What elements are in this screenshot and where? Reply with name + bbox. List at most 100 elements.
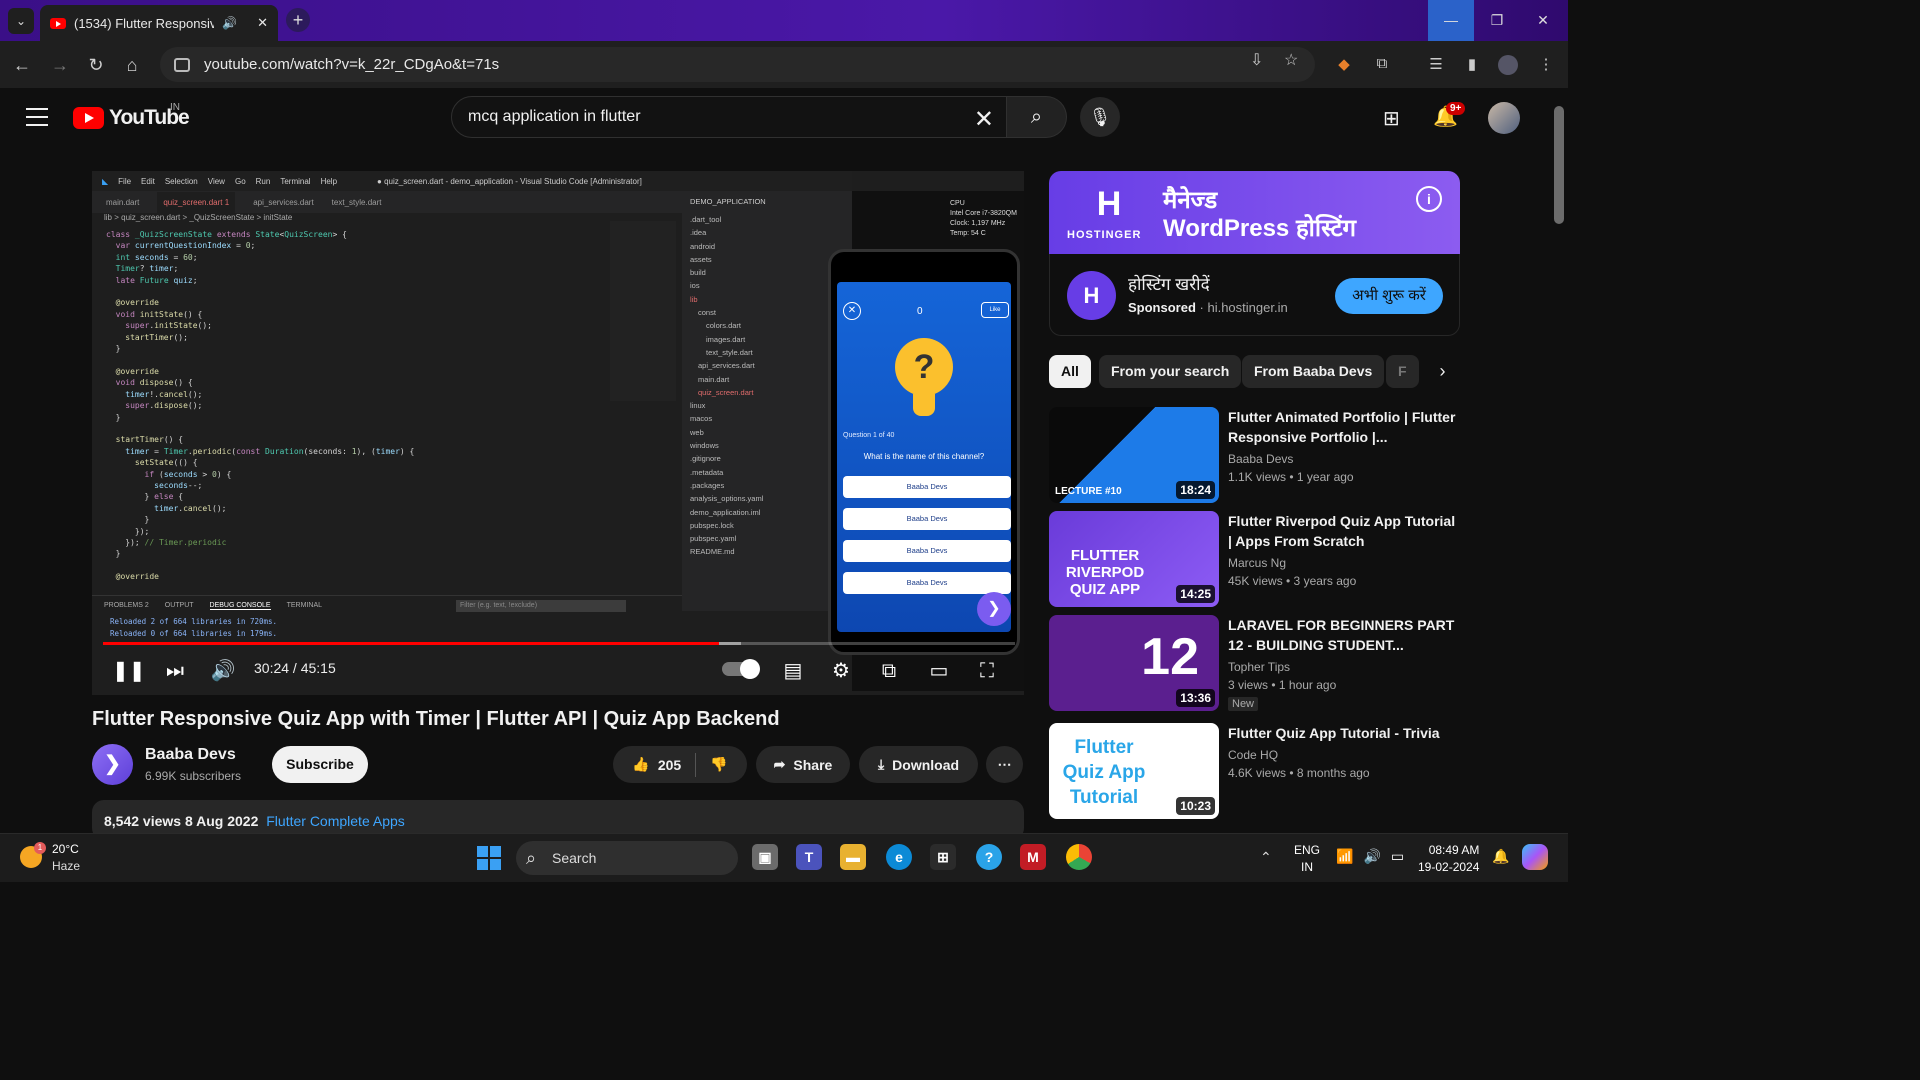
subtitles-icon[interactable]: ▤ bbox=[778, 656, 808, 686]
system-clock[interactable]: 08:49 AM 19-02-2024 bbox=[1418, 842, 1479, 876]
recommended-video[interactable]: Flutter Quiz App Tutorial 10:23 Flutter … bbox=[1049, 723, 1460, 819]
notification-center-icon[interactable]: 🔔 bbox=[1492, 848, 1509, 865]
window-close-button[interactable]: ✕ bbox=[1520, 0, 1566, 41]
video-title-link[interactable]: Flutter Quiz App Tutorial - Trivia bbox=[1228, 723, 1458, 743]
extensions-puzzle-icon[interactable]: ⧉ bbox=[1372, 55, 1392, 75]
autoplay-toggle[interactable] bbox=[722, 659, 760, 679]
download-button[interactable]: ⤓ Download bbox=[859, 746, 978, 783]
tab-search-button[interactable]: ⌄ bbox=[8, 8, 34, 34]
chip-from-baaba-devs[interactable]: From Baaba Devs bbox=[1242, 355, 1385, 388]
channel-avatar[interactable]: ❯ bbox=[92, 744, 133, 785]
video-thumbnail[interactable]: 12 13:36 bbox=[1049, 615, 1219, 711]
video-title-link[interactable]: Flutter Animated Portfolio | Flutter Res… bbox=[1228, 407, 1458, 447]
address-bar[interactable]: youtube.com/watch?v=k_22r_CDgAo&t=71s bbox=[160, 47, 1315, 82]
video-thumbnail[interactable]: FLUTTER RIVERPOD QUIZ APP 14:25 bbox=[1049, 511, 1219, 607]
windows-start-icon[interactable] bbox=[477, 846, 501, 870]
chip-partial[interactable]: F bbox=[1386, 355, 1419, 388]
voice-search-button[interactable]: 🎙 bbox=[1080, 97, 1120, 137]
video-duration: 10:23 bbox=[1176, 797, 1215, 815]
teams-icon[interactable]: T bbox=[796, 844, 822, 870]
media-control-icon[interactable]: ☰ bbox=[1426, 55, 1446, 75]
ad-info-icon[interactable]: i bbox=[1416, 186, 1442, 212]
recommended-video[interactable]: LECTURE #10 18:24 Flutter Animated Portf… bbox=[1049, 407, 1460, 503]
side-panel-icon[interactable]: ▮ bbox=[1462, 55, 1482, 75]
browser-menu-icon[interactable]: ⋮ bbox=[1536, 55, 1556, 75]
ad-cta-button[interactable]: अभी शुरू करें bbox=[1335, 278, 1443, 314]
home-icon[interactable]: ⌂ bbox=[120, 53, 144, 77]
mcafee-icon[interactable]: M bbox=[1020, 844, 1046, 870]
share-button[interactable]: ➦ Share bbox=[756, 746, 850, 783]
recommended-video[interactable]: 12 13:36 LARAVEL FOR BEGINNERS PART 12 -… bbox=[1049, 615, 1460, 711]
ad-banner[interactable]: H HOSTINGER मैनेज्ड WordPress होस्टिंग i bbox=[1049, 171, 1460, 254]
new-tab-button[interactable]: + bbox=[286, 8, 310, 32]
scrollbar-thumb[interactable] bbox=[1554, 106, 1564, 224]
reload-icon[interactable]: ↻ bbox=[84, 53, 108, 77]
page-scrollbar[interactable] bbox=[1550, 88, 1568, 833]
weather-temperature[interactable]: 20°C bbox=[52, 842, 79, 856]
weather-description[interactable]: Haze bbox=[52, 859, 80, 873]
more-actions-button[interactable]: ⋯ bbox=[986, 746, 1023, 783]
like-button[interactable]: 👍 205 bbox=[632, 756, 681, 773]
site-info-icon[interactable] bbox=[174, 57, 190, 72]
subscribe-button[interactable]: Subscribe bbox=[272, 746, 368, 783]
copilot-icon[interactable] bbox=[1522, 844, 1548, 870]
tray-status-icons[interactable]: 📶🔊▭ bbox=[1336, 848, 1414, 865]
next-video-icon[interactable]: ⏭ bbox=[160, 656, 190, 686]
ad-brand-icon[interactable]: H bbox=[1067, 271, 1116, 320]
video-player[interactable]: ◣ File Edit Selection View Go Run Termin… bbox=[92, 171, 1024, 695]
fox-extension-icon[interactable]: ◆ bbox=[1334, 55, 1354, 75]
video-progress-bar[interactable] bbox=[103, 642, 1015, 645]
url-text: youtube.com/watch?v=k_22r_CDgAo&t=71s bbox=[204, 56, 500, 73]
recommended-video[interactable]: FLUTTER RIVERPOD QUIZ APP 14:25 Flutter … bbox=[1049, 511, 1460, 607]
bookmark-star-icon[interactable]: ☆ bbox=[1284, 50, 1298, 70]
search-button[interactable]: ⌕ bbox=[1007, 96, 1067, 138]
search-input[interactable]: mcq application in flutter ✕ bbox=[451, 96, 1007, 138]
tab-close-icon[interactable]: ✕ bbox=[257, 15, 268, 31]
forward-arrow-icon[interactable]: → bbox=[48, 53, 72, 77]
get-help-icon[interactable]: ? bbox=[976, 844, 1002, 870]
video-channel[interactable]: Marcus Ng bbox=[1228, 556, 1286, 570]
time-display: 30:24 / 45:15 bbox=[254, 660, 336, 676]
video-thumbnail[interactable]: Flutter Quiz App Tutorial 10:23 bbox=[1049, 723, 1219, 819]
theater-mode-icon[interactable]: ▭ bbox=[924, 656, 954, 686]
video-channel[interactable]: Code HQ bbox=[1228, 748, 1278, 762]
pause-icon[interactable]: ❚❚ bbox=[112, 656, 146, 686]
channel-name[interactable]: Baaba Devs bbox=[145, 746, 236, 764]
playlist-link[interactable]: Flutter Complete Apps bbox=[266, 813, 405, 829]
input-language[interactable]: ENG IN bbox=[1294, 842, 1320, 876]
video-title-link[interactable]: Flutter Riverpod Quiz App Tutorial | App… bbox=[1228, 511, 1458, 551]
video-thumbnail[interactable]: LECTURE #10 18:24 bbox=[1049, 407, 1219, 503]
thumbs-down-icon[interactable]: 👎 bbox=[710, 756, 727, 773]
install-app-icon[interactable]: ⇩ bbox=[1250, 50, 1263, 70]
tray-overflow-chevron-icon[interactable]: ⌃ bbox=[1260, 849, 1272, 866]
profile-avatar-icon[interactable] bbox=[1498, 55, 1518, 75]
cpu-info-overlay: CPU Intel Core i7-3820QM Clock: 1,197 MH… bbox=[950, 199, 1017, 239]
browser-tab-active[interactable]: (1534) Flutter Responsive Q 🔊 ✕ bbox=[40, 5, 278, 41]
create-video-icon[interactable]: ⊞ bbox=[1383, 106, 1400, 131]
audio-playing-icon[interactable]: 🔊 bbox=[222, 16, 237, 30]
video-channel[interactable]: Topher Tips bbox=[1228, 660, 1290, 674]
miniplayer-icon[interactable]: ⧉ bbox=[874, 656, 904, 686]
file-explorer-icon[interactable]: ▬ bbox=[840, 844, 866, 870]
ad-title[interactable]: होस्टिंग खरीदें bbox=[1128, 272, 1210, 295]
window-restore-button[interactable]: ❐ bbox=[1474, 0, 1520, 41]
chip-from-your-search[interactable]: From your search bbox=[1099, 355, 1242, 388]
volume-icon[interactable]: 🔊 bbox=[208, 656, 238, 686]
video-title-link[interactable]: LARAVEL FOR BEGINNERS PART 12 - BUILDING… bbox=[1228, 615, 1458, 655]
window-minimize-button[interactable]: — bbox=[1428, 0, 1474, 41]
chip-all[interactable]: All bbox=[1049, 355, 1091, 388]
taskbar-search[interactable]: Search bbox=[516, 841, 738, 875]
back-arrow-icon[interactable]: ← bbox=[10, 53, 34, 77]
task-view-icon[interactable]: ▣ bbox=[752, 844, 778, 870]
settings-gear-icon[interactable]: ⚙ bbox=[826, 656, 856, 686]
clear-search-icon[interactable]: ✕ bbox=[974, 105, 994, 134]
chrome-icon[interactable] bbox=[1066, 844, 1092, 870]
video-channel[interactable]: Baaba Devs bbox=[1228, 452, 1293, 466]
edge-browser-icon[interactable]: e bbox=[886, 844, 912, 870]
menu-hamburger-icon[interactable] bbox=[26, 108, 48, 126]
code-minimap bbox=[610, 221, 676, 401]
chevron-right-icon[interactable]: › bbox=[1425, 355, 1460, 388]
account-avatar[interactable] bbox=[1488, 102, 1520, 134]
fullscreen-icon[interactable]: ⛶ bbox=[972, 656, 1002, 686]
microsoft-store-icon[interactable]: ⊞ bbox=[930, 844, 956, 870]
